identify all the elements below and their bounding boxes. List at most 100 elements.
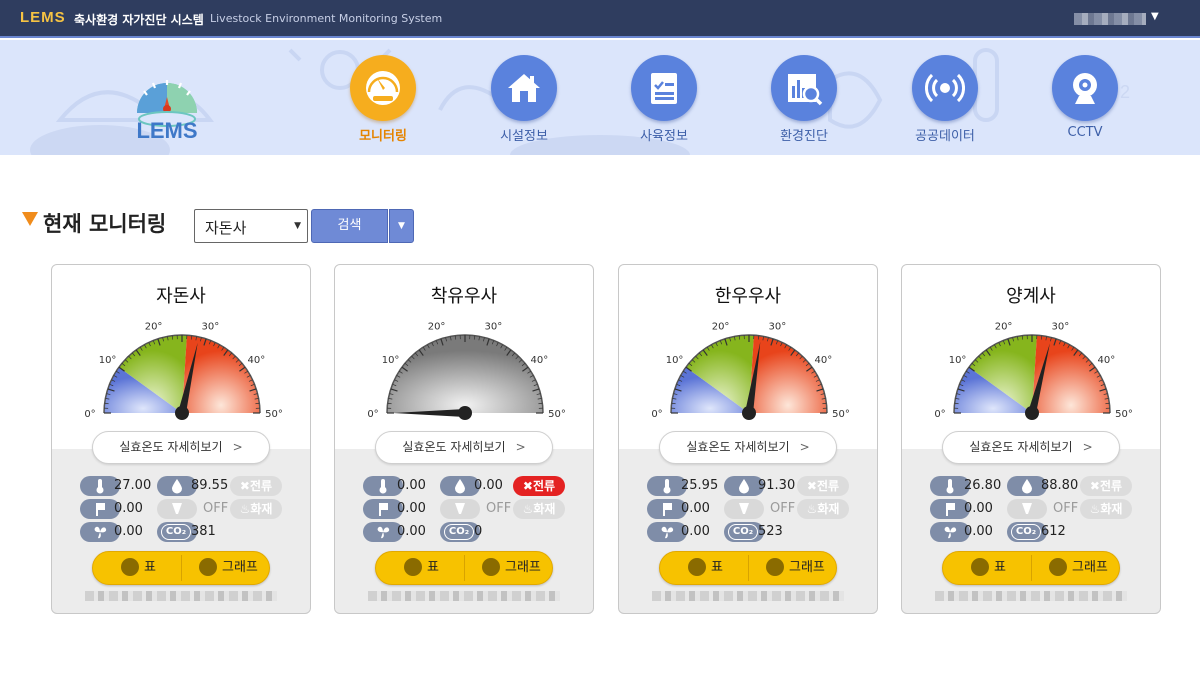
fire-status: ♨화재 <box>513 499 565 519</box>
valve-status: OFF <box>440 499 511 519</box>
gauge-tick <box>1105 402 1110 405</box>
nav-cctv[interactable]: CCTV <box>1035 55 1135 140</box>
nav-label: 모니터링 <box>359 129 407 144</box>
graph-view-button[interactable]: 그래프 <box>482 552 541 584</box>
valve-icon <box>172 503 182 514</box>
barn-name: 착유우사 <box>430 286 498 307</box>
light-metric: 0.00 <box>930 499 1000 519</box>
graph-view-button[interactable]: 그래프 <box>766 552 825 584</box>
table-label: 표 <box>994 560 1006 575</box>
gauge-zone-hot <box>182 335 260 413</box>
gauge-tick <box>1040 335 1043 340</box>
wind-metric: 0.00 <box>930 522 1000 542</box>
wind-fan-icon <box>377 526 390 539</box>
effective-temp-detail-button[interactable]: 실효온도 자세히보기 > <box>659 431 837 464</box>
chevron-right-icon: > <box>799 440 810 454</box>
nav-public-data[interactable]: 공공데이터 <box>895 55 995 144</box>
table-view-button[interactable]: 표 <box>121 552 156 584</box>
light-flag-icon <box>96 503 105 516</box>
chart-search-icon <box>788 74 823 106</box>
barn-name: 양계사 <box>1006 286 1056 307</box>
thermometer-icon <box>96 479 104 494</box>
nav-breeding-info[interactable]: 사육정보 <box>614 55 714 144</box>
barn-select[interactable]: 자돈사 ▼ <box>194 209 308 243</box>
gauge-tick <box>757 335 760 340</box>
fire-status: ♨화재 <box>1080 499 1132 519</box>
light-value: 0.00 <box>114 501 143 516</box>
gauge-tick-label: 40° <box>815 355 833 366</box>
gauge-needle-hub <box>458 406 472 420</box>
gauge-tick <box>473 335 476 340</box>
table-label: 표 <box>144 560 156 575</box>
brand-logo-text: LEMS <box>20 9 66 26</box>
nav-label: 사육정보 <box>640 129 688 144</box>
valve-off-label: OFF <box>203 501 229 516</box>
temperature-value: 26.80 <box>964 478 1002 493</box>
view-buttons: 표 그래프 <box>375 551 553 585</box>
temperature-metric: 26.80 <box>930 476 1002 496</box>
gauge-tick <box>671 402 676 405</box>
gauge-tick-label: 30° <box>202 322 220 333</box>
nav-environment-diagnosis[interactable]: 환경진단 <box>754 55 854 144</box>
co2-label: CO₂ <box>444 524 474 540</box>
table-view-button[interactable]: 표 <box>688 552 723 584</box>
system-subtitle: Livestock Environment Monitoring System <box>210 12 443 25</box>
redacted-update-info <box>85 591 277 601</box>
effective-temperature-gauge: 0° 10° 20° 30° 40° 50° <box>934 322 1133 420</box>
humidity-metric: 91.30 <box>724 476 795 496</box>
top-bar: LEMS 축사환경 자가진단 시스템 Livestock Environment… <box>0 0 1200 38</box>
detail-label: 실효온도 자세히보기 <box>969 440 1073 454</box>
effective-temp-detail-button[interactable]: 실효온도 자세히보기 > <box>942 431 1120 464</box>
co2-value: 0 <box>474 524 483 539</box>
graph-view-button[interactable]: 그래프 <box>1049 552 1108 584</box>
fire-label: 화재 <box>250 502 273 516</box>
gauge-tick <box>954 402 959 405</box>
search-dropdown-button[interactable]: ▼ <box>389 209 414 243</box>
temperature-metric: 0.00 <box>363 476 433 496</box>
light-metric: 0.00 <box>80 499 150 519</box>
gauge-tick <box>255 402 260 405</box>
valve-icon <box>739 503 749 514</box>
fire-label: 화재 <box>817 502 840 516</box>
co2-label: CO₂ <box>1011 524 1041 540</box>
bar-chart-icon <box>482 557 500 576</box>
leak-label: 전류 <box>816 479 840 493</box>
webcam-icon <box>1073 73 1097 104</box>
valve-icon <box>455 503 465 514</box>
effective-temp-detail-button[interactable]: 실효온도 자세히보기 > <box>375 431 553 464</box>
graph-view-button[interactable]: 그래프 <box>199 552 258 584</box>
wind-metric: 0.00 <box>80 522 150 542</box>
button-divider <box>464 555 465 581</box>
fire-status: ♨화재 <box>797 499 849 519</box>
gauge-tick-label: 0° <box>934 409 945 420</box>
user-name-redacted[interactable] <box>1074 13 1146 25</box>
gauge-tick <box>171 335 174 340</box>
nav-monitoring[interactable]: 모니터링 <box>333 55 433 144</box>
gauge-tick-label: 20° <box>428 322 446 333</box>
table-view-button[interactable]: 표 <box>971 552 1006 584</box>
table-view-button[interactable]: 표 <box>404 552 439 584</box>
barn-select-value: 자돈사 <box>205 219 247 237</box>
user-menu-caret-icon[interactable]: ▼ <box>1151 11 1159 22</box>
barn-name: 자돈사 <box>156 286 206 307</box>
gauge-zone-hot <box>749 335 827 413</box>
chevron-right-icon: > <box>1082 440 1093 454</box>
gauge-tick-label: 50° <box>265 409 283 420</box>
effective-temp-detail-button[interactable]: 실효온도 자세히보기 > <box>92 431 270 464</box>
thermometer-icon <box>379 479 387 494</box>
gauge-tick-label: 40° <box>248 355 266 366</box>
gauge-tick <box>738 335 741 340</box>
effective-temperature-gauge: 0° 10° 20° 30° 40° 50° <box>651 322 850 420</box>
valve-badge <box>157 499 197 519</box>
leak-label: 전류 <box>532 479 556 493</box>
gauge-tick-label: 0° <box>651 409 662 420</box>
nav-facility-info[interactable]: 시설정보 <box>474 55 574 144</box>
redacted-update-info <box>368 591 560 601</box>
search-button[interactable]: 검색 <box>311 209 388 243</box>
gauge-arc-gray <box>387 335 543 413</box>
fire-label: 화재 <box>1100 502 1123 516</box>
bar-chart-icon <box>199 557 217 576</box>
wind-metric: 0.00 <box>363 522 433 542</box>
valve-status: OFF <box>1007 499 1078 519</box>
graph-label: 그래프 <box>1072 560 1108 575</box>
